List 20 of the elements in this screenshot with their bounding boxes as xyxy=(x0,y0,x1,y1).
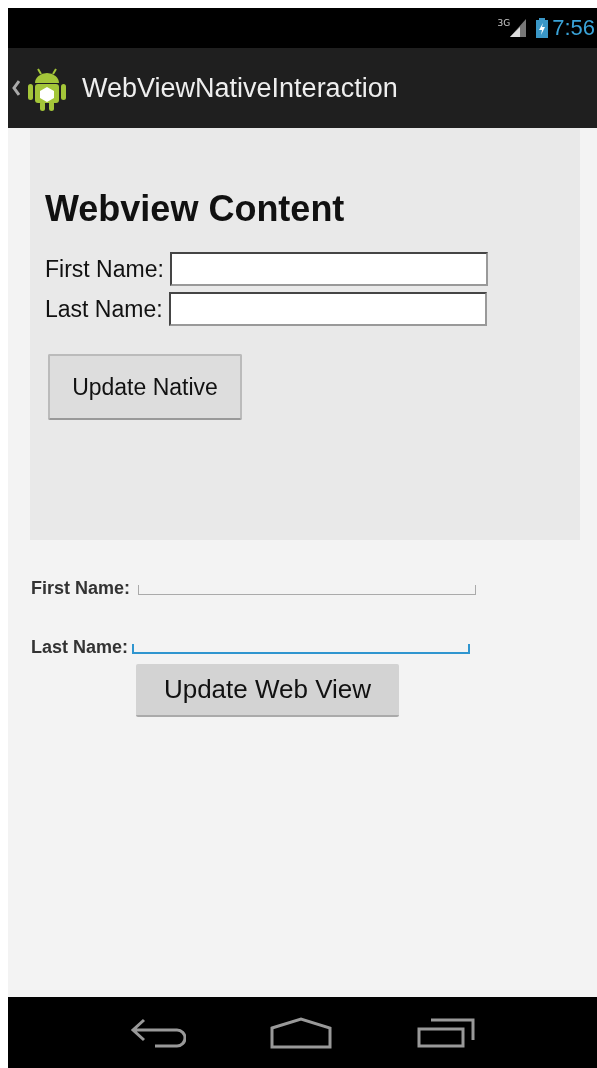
recent-apps-icon[interactable] xyxy=(416,1017,475,1048)
webview-heading: Webview Content xyxy=(45,188,346,230)
clock-time: 7:56 xyxy=(552,15,595,41)
input-field[interactable] xyxy=(138,585,477,595)
field-label: Last Name: xyxy=(31,637,129,658)
network-type-label: 3G xyxy=(497,18,511,28)
app-title: WebViewNativeInteraction xyxy=(82,72,398,104)
update-web-view-button[interactable]: Update Web View xyxy=(136,664,399,717)
battery-icon xyxy=(536,18,549,38)
input-field[interactable] xyxy=(168,292,487,326)
field-label: Last Name: xyxy=(45,295,163,323)
input-field[interactable] xyxy=(132,644,471,654)
field-label: First Name: xyxy=(31,578,131,599)
signal-icon xyxy=(510,19,527,37)
update-native-button[interactable]: Update Native xyxy=(48,354,242,420)
input-field[interactable] xyxy=(169,252,488,286)
home-icon[interactable] xyxy=(270,1016,333,1049)
field-label: First Name: xyxy=(45,255,164,283)
back-icon[interactable] xyxy=(130,1017,187,1048)
back-chevron-icon[interactable] xyxy=(12,80,20,96)
